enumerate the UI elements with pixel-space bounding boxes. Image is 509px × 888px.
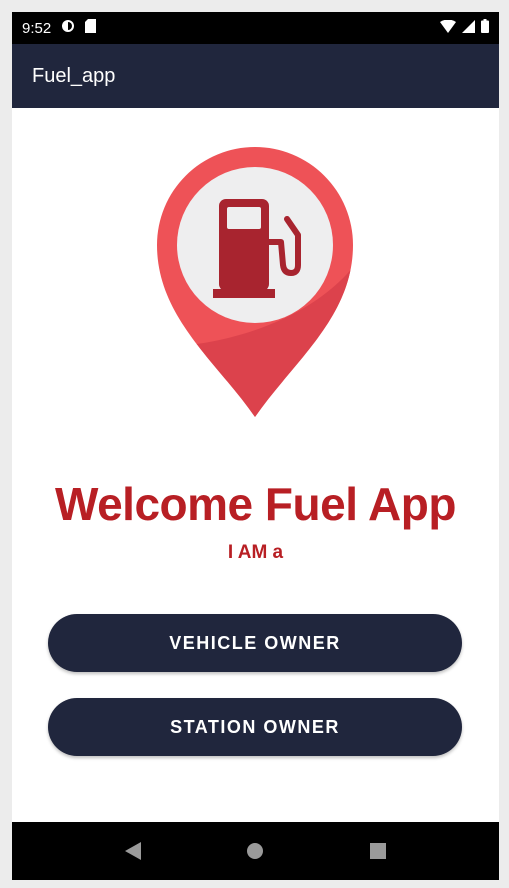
settings-sync-icon: [61, 19, 75, 37]
status-time: 9:52: [22, 19, 52, 37]
signal-icon: [462, 19, 475, 37]
status-right: [440, 19, 489, 37]
fuel-pump-pin-icon: [157, 147, 353, 417]
battery-icon: [481, 19, 489, 37]
recents-icon[interactable]: [358, 831, 398, 871]
vehicle-owner-button[interactable]: VEHICLE OWNER: [48, 614, 462, 672]
home-icon[interactable]: [235, 831, 275, 871]
status-bar: 9:52: [12, 12, 499, 44]
navigation-bar: [12, 822, 499, 880]
station-owner-button[interactable]: STATION OWNER: [48, 698, 462, 756]
app-title: Fuel_app: [32, 64, 116, 87]
welcome-title: Welcome Fuel App: [55, 478, 456, 530]
back-icon[interactable]: [113, 831, 153, 871]
sd-card-icon: [85, 19, 97, 37]
role-prompt: I AM a: [227, 542, 284, 563]
app-bar: Fuel_app: [12, 44, 499, 108]
wifi-icon: [440, 19, 456, 37]
device-screen: 9:52 Fuel_app Welcome Fuel App I AM a VE…: [12, 12, 499, 880]
status-left: 9:52: [22, 19, 97, 37]
